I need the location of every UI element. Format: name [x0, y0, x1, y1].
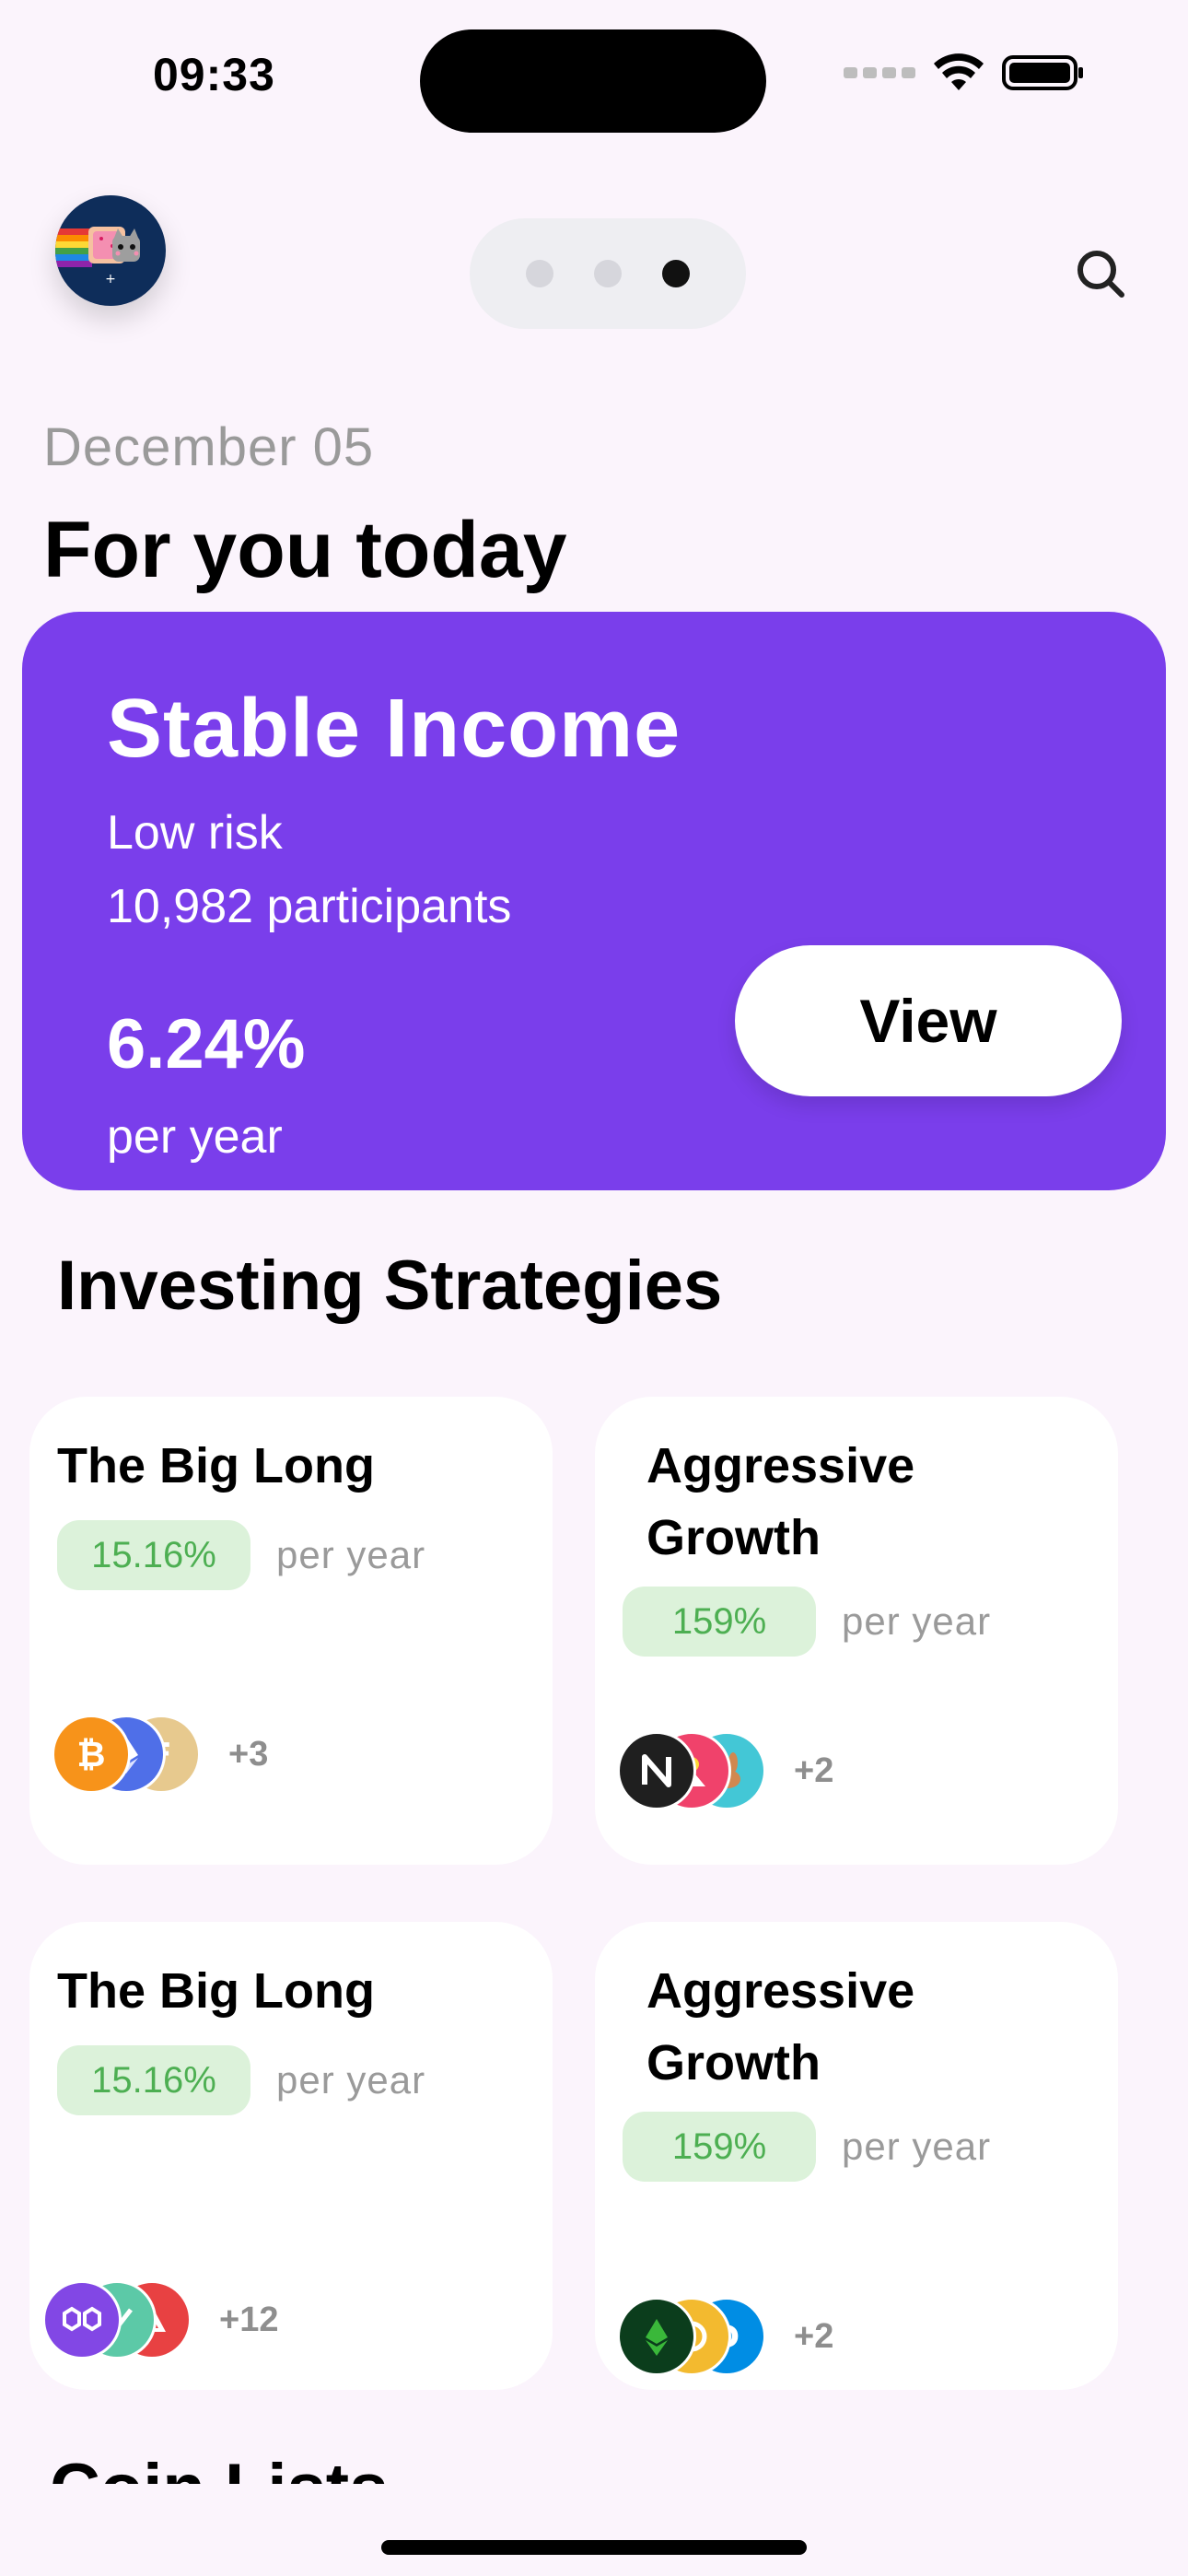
status-bar: 09:33 — [0, 0, 1188, 147]
featured-title: Stable Income — [107, 683, 681, 775]
ethereum-classic-icon — [617, 2297, 696, 2376]
near-icon — [617, 1731, 696, 1810]
featured-risk: Low risk — [107, 806, 283, 860]
rate-badge: 159% — [623, 2112, 816, 2182]
strategy-title: Aggressive Growth — [646, 1438, 915, 1565]
page-dot[interactable] — [594, 260, 622, 287]
coin-stack: ₿ F +3 — [52, 1714, 268, 1795]
rate-period: per year — [276, 1533, 426, 1576]
search-icon — [1077, 251, 1124, 298]
rate-badge: 159% — [623, 1587, 816, 1657]
strategy-title: The Big Long — [57, 1438, 375, 1493]
coin-stack: +2 — [617, 1730, 833, 1811]
more-coins-count: +2 — [794, 2316, 834, 2356]
cellular-signal-icon — [844, 67, 915, 78]
page-dot[interactable] — [526, 260, 553, 287]
view-button[interactable]: View — [735, 945, 1122, 1096]
strategy-card[interactable]: The Big Long 15.16% per year +12 — [29, 1922, 553, 2390]
featured-period: per year — [107, 1110, 283, 1164]
featured-rate: 6.24% — [107, 1005, 306, 1083]
rate-period: per year — [842, 2125, 992, 2168]
date-label: December 05 — [43, 417, 375, 477]
battery-icon — [1002, 55, 1083, 90]
coin-lists-section: Coin Lists — [0, 2432, 1188, 2484]
dynamic-island — [420, 29, 766, 133]
svg-text:₿: ₿ — [77, 1734, 106, 1774]
coin-lists-heading: Coin Lists — [50, 2449, 388, 2484]
more-coins-count: +12 — [219, 2300, 279, 2339]
strategies-heading: Investing Strategies — [57, 1247, 723, 1325]
coin-stack: D +2 — [617, 2296, 833, 2377]
strategy-card[interactable]: Aggressive Growth 159% per year D +2 — [595, 1922, 1118, 2390]
page-indicator[interactable] — [470, 218, 746, 329]
featured-participants: 10,982 participants — [107, 880, 512, 933]
more-coins-count: +3 — [228, 1734, 269, 1774]
page-dot-active[interactable] — [662, 260, 690, 287]
strategy-card[interactable]: The Big Long 15.16% per year ₿ F +3 — [29, 1397, 553, 1865]
rate-badge: 15.16% — [57, 2045, 250, 2115]
strategy-title: Aggressive Growth — [646, 1963, 915, 2090]
featured-strategy-card[interactable]: Stable Income Low risk 10,982 participan… — [22, 612, 1166, 1190]
strategy-title: The Big Long — [57, 1963, 375, 2019]
rate-badge: 15.16% — [57, 1520, 250, 1590]
coin-stack: +12 — [42, 2279, 278, 2360]
polygon-icon — [42, 2280, 122, 2359]
status-time: 09:33 — [153, 49, 275, 100]
nyan-cat-icon: + — [55, 227, 140, 287]
home-indicator[interactable] — [381, 2540, 807, 2555]
status-icons — [844, 53, 1085, 92]
search-button[interactable] — [1068, 241, 1133, 306]
svg-text:+: + — [105, 272, 116, 287]
page-title: For you today — [43, 506, 567, 594]
avatar[interactable]: + — [55, 195, 166, 306]
rate-period: per year — [842, 1599, 992, 1643]
strategy-card[interactable]: Aggressive Growth 159% per year +2 — [595, 1397, 1118, 1865]
wifi-icon — [934, 53, 984, 90]
bitcoin-icon: ₿ — [52, 1715, 131, 1794]
rate-period: per year — [276, 2058, 426, 2102]
more-coins-count: +2 — [794, 1751, 834, 1790]
